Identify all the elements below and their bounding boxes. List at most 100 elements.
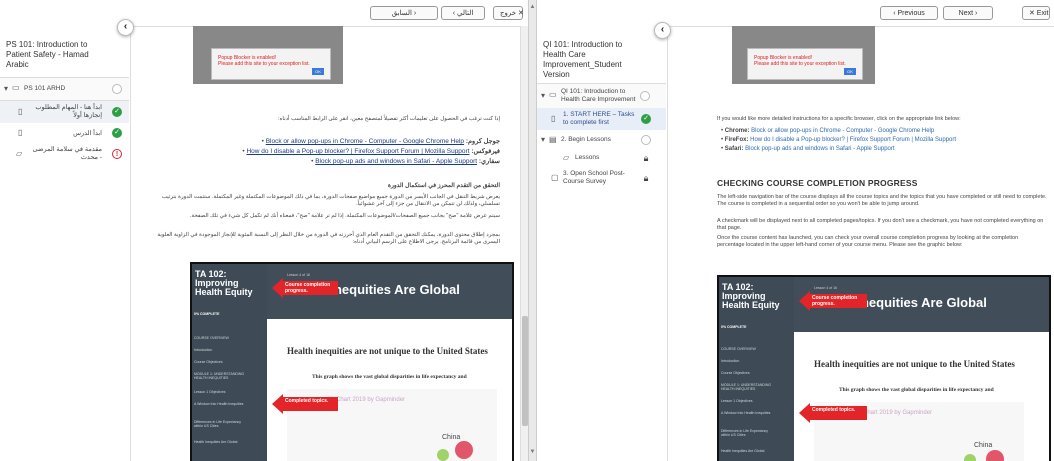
- intro-text: إذا كنت ترغب في الحصول على تعليمات أكثر …: [277, 116, 500, 122]
- example-sidebar: TA 102: Improving Health Equity 0% COMPL…: [719, 277, 794, 461]
- folder-icon: ▭: [549, 90, 557, 99]
- chevron-down-icon: ▾: [541, 135, 546, 144]
- example-menu-item: Health Inequities Are Global: [721, 449, 765, 453]
- section-heading: CHECKING COURSE COMPLETION PROGRESS: [717, 178, 918, 188]
- topics-callout: Completed topics.: [799, 403, 871, 423]
- chart-bubble: [455, 441, 473, 459]
- outline-item-label: مقدمة في سلامة المرضى - محدث: [32, 146, 102, 161]
- popup-message: Popup Blocker is enabled! Please add thi…: [218, 55, 310, 67]
- next-button[interactable]: Next ›: [943, 6, 993, 20]
- outline-item[interactable]: ▾ ▤ 2. Begin Lessons: [537, 131, 666, 149]
- arrow-up-icon: ▲: [529, 4, 536, 10]
- chevron-down-icon: ▾: [541, 91, 546, 100]
- popup-dialog: Popup Blocker is enabled! Please add thi…: [211, 48, 331, 80]
- chrome-help-link[interactable]: Block or allow pop-ups in Chrome - Compu…: [751, 128, 934, 134]
- paragraph: بمجرد إطلاق محتوى الدورة، يمكنك التحقق م…: [157, 232, 500, 245]
- outline-item[interactable]: ▯ ابدأ هنا - المهام المطلوب إنجازها أولا…: [0, 101, 129, 123]
- example-menu-item: MODULE 1: UNDERSTANDING HEALTH INEQUITIE…: [721, 383, 772, 391]
- right-sidebar: QI 101: Introduction to Health Care Impr…: [537, 26, 668, 461]
- outline-item-label: ابدأ الدرس: [73, 130, 102, 137]
- link-item: • FireFox: How do I disable a Pop-up blo…: [721, 137, 957, 143]
- outline-item[interactable]: ▱ مقدمة في سلامة المرضى - محدث !: [0, 143, 129, 165]
- example-progress-label: 0% COMPLETE: [194, 312, 220, 316]
- example-country-label: China: [442, 434, 461, 441]
- safari-help-link[interactable]: Block pop-up ads and windows in Safari -…: [745, 146, 894, 152]
- chevron-down-icon: ▾: [4, 84, 9, 93]
- chart-bubble: [964, 454, 976, 461]
- checkmark-icon: ✓: [112, 128, 122, 138]
- alert-icon: !: [112, 149, 122, 159]
- left-exit-button[interactable]: خروج ✕: [493, 6, 524, 20]
- previous-button[interactable]: ‹ Previous: [880, 6, 938, 20]
- example-menu-item: Lesson 1 Objectives: [721, 399, 753, 403]
- paragraph: سيتم عرض علامة "صح" بجانب جميع الصفحات/ا…: [189, 213, 500, 219]
- page-icon: ▯: [18, 107, 23, 116]
- link-prefix: فيرفوكس:: [469, 148, 500, 155]
- example-menu-item: Lesson 1 Objectives: [194, 390, 226, 394]
- example-course-title: TA 102: Improving Health Equity: [722, 282, 780, 310]
- checkmark-icon: ✓: [641, 114, 651, 124]
- left-course-pane: السابق › ‹ التالي خروج ✕ PS 101: Introdu…: [0, 0, 528, 461]
- folder-icon: ▭: [12, 83, 20, 92]
- collapse-sidebar-button[interactable]: ‹: [117, 19, 134, 36]
- outline-item-label: 1. START HERE – Tasks to complete first: [563, 111, 635, 126]
- link-item: • Safari: Block pop-up ads and windows i…: [721, 146, 895, 152]
- outline-section[interactable]: ▾ ▭ QI 101: Introduction to Health Care …: [537, 83, 666, 109]
- link-prefix: Chrome:: [724, 128, 752, 134]
- arrow-down-icon: ▼: [529, 449, 536, 455]
- page-icon: ▯: [551, 114, 556, 123]
- example-caption: This graph shows the vast global dispari…: [839, 387, 994, 393]
- collapse-sidebar-button[interactable]: ‹: [654, 22, 671, 39]
- popup-screenshot: Popup Blocker is enabled! Please add thi…: [732, 26, 875, 84]
- topics-callout: Completed topics.: [272, 394, 342, 414]
- outline-section[interactable]: ▾ ▭ PS 101 ARHD: [0, 77, 129, 101]
- section-label: QI 101: Introduction to Health Care Impr…: [561, 88, 636, 103]
- course-title: QI 101: Introduction to Health Care Impr…: [543, 40, 623, 79]
- left-topbar: السابق › ‹ التالي خروج ✕: [0, 0, 528, 27]
- firefox-help-link[interactable]: How do I disable a Pop-up blocker? | Fir…: [750, 137, 956, 143]
- course-menu-screenshot: TA 102: Improving Health Equity 0% COMPL…: [190, 262, 514, 461]
- paragraph: A checkmark will be displayed next to al…: [717, 218, 1044, 231]
- right-course-pane: ‹ Previous Next › ✕ Exit QI 101: Introdu…: [537, 0, 1054, 461]
- progress-callout-text: Course completion progress.: [282, 281, 338, 295]
- outline-item[interactable]: ▯ ابدأ الدرس ✓: [0, 124, 129, 142]
- split-divider[interactable]: ▲ ▼: [528, 0, 537, 461]
- intro-text: If you would like more detailed instruct…: [717, 116, 961, 122]
- outline-item[interactable]: ▯ 1. START HERE – Tasks to complete firs…: [537, 108, 666, 130]
- example-menu-item: A Window Into Health Inequities: [721, 411, 771, 415]
- outline-item[interactable]: ▱ Lessons 🔒︎: [537, 150, 666, 166]
- survey-icon: ▢: [551, 173, 559, 182]
- example-subheading: Health inequities are not unique to the …: [814, 359, 1015, 369]
- progress-callout: Course completion progress.: [272, 278, 342, 298]
- link-prefix: Safari:: [724, 146, 746, 152]
- popup-ok-button: OK: [844, 68, 856, 75]
- firefox-help-link[interactable]: How do I disable a Pop-up blocker? | Fir…: [246, 148, 469, 155]
- section-label: PS 101 ARHD: [24, 85, 66, 92]
- left-next-button[interactable]: ‹ التالي: [441, 6, 485, 20]
- link-item: جوجل كروم: Block or allow pop-ups in Chr…: [261, 138, 500, 145]
- outline-item-label: Lessons: [575, 154, 600, 161]
- example-course-title: TA 102: Improving Health Equity: [195, 269, 253, 297]
- course-menu-screenshot: TA 102: Improving Health Equity 0% COMPL…: [717, 275, 1051, 461]
- link-prefix: FireFox:: [724, 137, 751, 143]
- exit-button[interactable]: ✕ Exit: [1022, 6, 1050, 20]
- outline-item[interactable]: ▢ 3. Open School Post-Course Survey 🔒︎: [537, 167, 666, 189]
- example-menu-item: Course Objectives: [194, 360, 223, 364]
- lock-icon: 🔒︎: [643, 173, 649, 183]
- example-menu-item: Differences in Life Expectancy within US…: [194, 420, 242, 428]
- topics-callout-text: Completed topics.: [282, 397, 338, 411]
- example-country-label: China: [974, 442, 993, 449]
- chat-icon: ▱: [16, 149, 23, 158]
- left-scrollbar[interactable]: [520, 26, 528, 461]
- example-menu-item: Health Inequities Are Global: [194, 440, 238, 444]
- status-incomplete-icon: [640, 91, 650, 101]
- chrome-help-link[interactable]: Block or allow pop-ups in Chrome - Compu…: [266, 138, 464, 145]
- safari-help-link[interactable]: Block pop-up ads and windows in Safari -…: [315, 158, 477, 165]
- section-heading: التحقق من التقدم المحرز في استكمال الدور…: [387, 183, 500, 189]
- group-icon: ▤: [549, 135, 557, 144]
- outline-item-label: 3. Open School Post-Course Survey: [563, 170, 625, 185]
- example-menu-item: A Window Into Health Inequities: [194, 402, 244, 406]
- outline-item-label: 2. Begin Lessons: [561, 136, 611, 143]
- left-prev-button[interactable]: السابق ›: [370, 6, 438, 20]
- progress-callout: Course completion progress.: [799, 291, 871, 311]
